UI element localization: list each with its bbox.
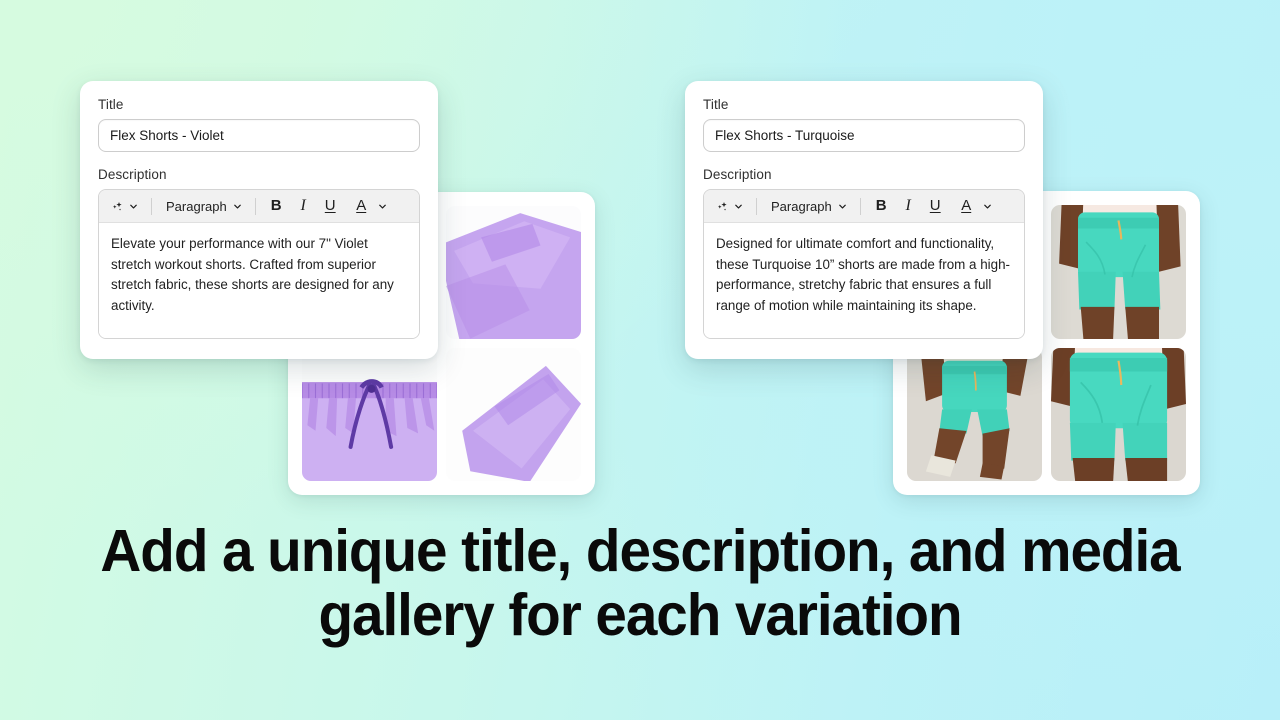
headline-line-1: Add a unique title, description, and med… <box>100 518 1180 584</box>
ai-assist-button-violet[interactable] <box>106 194 143 218</box>
violet-shorts-fabric-detail-image <box>446 206 581 339</box>
toolbar-divider <box>254 197 256 215</box>
editor-toolbar-violet: Paragraph B I U A <box>99 190 419 223</box>
gallery-thumb-violet-fabric[interactable] <box>446 206 581 339</box>
violet-shorts-folded-image <box>446 348 581 481</box>
text-color-button-turquoise[interactable]: A <box>950 194 997 218</box>
gallery-thumb-violet-folded[interactable] <box>446 348 581 481</box>
bold-button-turquoise[interactable]: B <box>869 194 894 218</box>
toolbar-divider <box>151 197 152 215</box>
description-editor-violet: Paragraph B I U A Elevate your performan… <box>98 189 420 339</box>
variation-editor-card-violet: Title Description <box>80 81 438 359</box>
chevron-down-icon <box>837 201 848 212</box>
description-label-violet: Description <box>98 167 167 182</box>
gallery-thumb-turquoise-model-side[interactable] <box>1051 347 1186 481</box>
description-editor-turquoise: Paragraph B I U A Designed for ultimate … <box>703 189 1025 339</box>
description-text-violet[interactable]: Elevate your performance with our 7" Vio… <box>99 223 419 338</box>
stage: Title Description <box>0 0 1280 720</box>
block-style-dropdown-turquoise[interactable]: Paragraph <box>765 194 852 218</box>
underline-button-violet[interactable]: U <box>318 194 343 218</box>
gallery-thumb-violet-drawcord[interactable] <box>302 348 437 481</box>
turquoise-shorts-model-side-image <box>1051 347 1186 481</box>
chevron-down-icon <box>128 201 139 212</box>
block-style-label: Paragraph <box>166 198 227 214</box>
title-label-turquoise: Title <box>703 97 729 112</box>
italic-button-turquoise[interactable]: I <box>896 194 921 218</box>
editor-toolbar-turquoise: Paragraph B I U A <box>704 190 1024 223</box>
chevron-down-icon <box>232 201 243 212</box>
text-color-label: A <box>961 197 972 214</box>
ai-assist-button-turquoise[interactable] <box>711 194 748 218</box>
variation-editor-card-turquoise: Title Description <box>685 81 1043 359</box>
description-label-turquoise: Description <box>703 167 772 182</box>
turquoise-shorts-model-closeup-image <box>1051 205 1186 339</box>
headline-line-2: gallery for each variation <box>318 582 962 648</box>
text-color-button-violet[interactable]: A <box>345 194 392 218</box>
chevron-down-icon <box>733 201 744 212</box>
gallery-thumb-turquoise-model-walking[interactable] <box>907 347 1042 481</box>
title-input-turquoise[interactable] <box>703 119 1025 152</box>
sparkle-icon <box>110 199 125 214</box>
violet-shorts-drawcord-detail-image <box>302 348 437 481</box>
underline-button-turquoise[interactable]: U <box>923 194 948 218</box>
block-style-label: Paragraph <box>771 198 832 214</box>
title-input-violet[interactable] <box>98 119 420 152</box>
title-label-violet: Title <box>98 97 124 112</box>
block-style-dropdown-violet[interactable]: Paragraph <box>160 194 247 218</box>
gallery-thumb-turquoise-model-closeup[interactable] <box>1051 205 1186 339</box>
italic-button-violet[interactable]: I <box>291 194 316 218</box>
toolbar-divider <box>859 197 861 215</box>
turquoise-shorts-model-walking-image <box>907 347 1042 481</box>
headline: Add a unique title, description, and med… <box>26 519 1255 647</box>
toolbar-divider <box>756 197 757 215</box>
description-text-turquoise[interactable]: Designed for ultimate comfort and functi… <box>704 223 1024 338</box>
chevron-down-icon <box>377 201 388 212</box>
bold-button-violet[interactable]: B <box>264 194 289 218</box>
chevron-down-icon <box>982 201 993 212</box>
sparkle-icon <box>715 199 730 214</box>
text-color-label: A <box>356 197 367 214</box>
